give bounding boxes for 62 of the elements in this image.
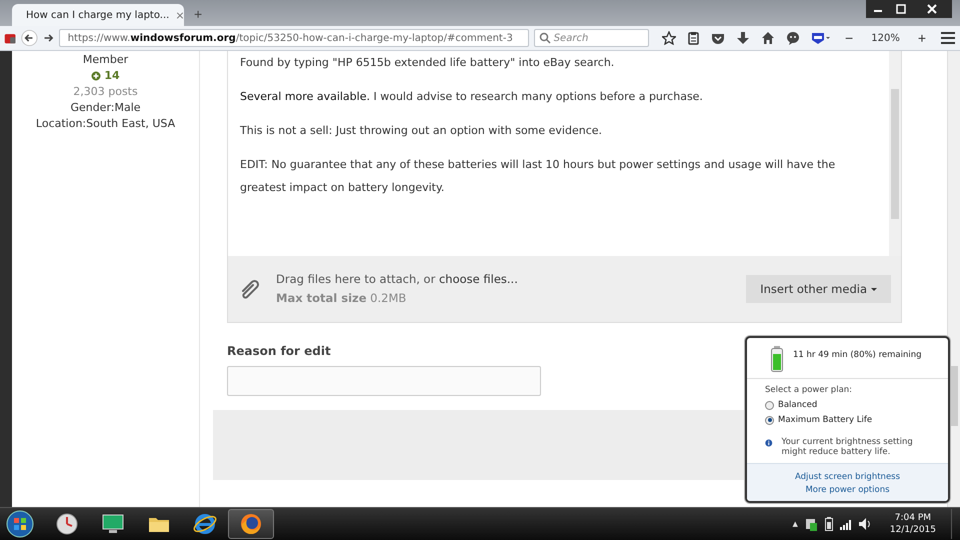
power-link[interactable]: More power options [805,485,890,495]
address-bar[interactable]: https://www.windowsforum.org/topic/53250-how-can-i-charge-my-laptop/#comment-3 [58,29,529,47]
member-rank: Member [82,52,128,68]
zoom-in-button[interactable]: + [914,30,930,46]
download-icon[interactable] [736,31,750,45]
power-link[interactable]: Adjust screen brightness [794,472,900,482]
battery-icon [771,346,783,372]
fox-browser-icon [239,512,263,536]
bookmark-star-icon[interactable] [662,31,676,45]
battery-icon[interactable] [824,517,833,531]
editor-scrollbar[interactable] [889,51,901,256]
tab-close-button[interactable]: × [175,8,185,22]
reputation-score: 14 [91,68,120,84]
gauge-icon [55,512,79,536]
shield-icon[interactable] [811,31,832,45]
new-tab-button[interactable]: + [194,6,202,22]
zoom-out-button[interactable]: − [842,30,856,46]
plus-icon [91,71,102,81]
search-icon [538,32,551,44]
attach-instructions: Drag files here to attach, or choose files... [276,271,519,288]
power-plan-label[interactable]: Balanced [778,400,818,410]
chat-icon[interactable] [786,31,800,45]
taskbar-button[interactable] [228,509,274,539]
power-plan-heading: Select a power plan: [765,385,854,395]
pocket-icon[interactable] [711,32,726,44]
insert-media-button[interactable]: Insert other media [746,275,891,303]
location-text: Location:South East, USA [36,116,176,132]
home-icon[interactable] [761,31,776,45]
start-button[interactable] [6,510,34,538]
back-icon[interactable] [21,27,38,49]
post-paragraph: EDIT: No guarantee that any of these batteries will last 10 hours but power settings and usage will have the greatest impact on battery longevity. [240,157,836,196]
tab-title: How can I charge my lapto... [26,10,170,20]
power-plan-label[interactable]: Maximum Battery Life [778,415,872,425]
browser-tab[interactable]: How can I charge my lapto... × [12,4,184,26]
zoom-level: 120% [871,32,900,44]
post-paragraph: Several more available. I would advise to research many options before a purchase. [240,89,704,105]
choose-files-link[interactable]: choose files... [438,272,518,286]
radio-button[interactable] [765,416,774,424]
close-icon[interactable] [912,0,952,18]
url-text: https://www.windowsforum.org/topic/53250-how-can-i-charge-my-laptop/#comment-3 [68,32,513,44]
speaker-icon[interactable] [858,517,871,531]
battery-remaining-text: 11 hr 49 min (80%) remaining [793,350,922,360]
max-size-text: Max total size 0.2MB [276,290,408,307]
search-field[interactable]: Search [534,29,650,47]
post-count: 2,303 posts [73,84,138,100]
post-paragraph: This is not a sell: Just throwing out an option with some evidence. [240,123,604,139]
minimize-icon[interactable] [866,0,890,18]
clipboard-icon[interactable] [687,31,700,45]
info-icon [765,437,773,449]
network-status-icon[interactable] [804,517,818,531]
radio-button[interactable] [765,400,774,410]
reason-label: Reason for edit [227,344,331,358]
monitor-icon [101,512,125,536]
brightness-notice: Your current brightness setting might reduce battery life. [782,437,914,457]
caret-icon [871,288,877,290]
reason-field[interactable] [227,366,541,396]
gender-text: Gender:Male [70,100,141,116]
clock[interactable]: 7:04 PM 12/1/2015 [890,512,936,536]
menu-icon[interactable] [940,30,956,46]
post-paragraph: Found by typing "HP 6515b extended life battery" into eBay search. [240,55,616,71]
signal-icon[interactable] [840,518,851,530]
browser-e-icon [193,512,217,536]
